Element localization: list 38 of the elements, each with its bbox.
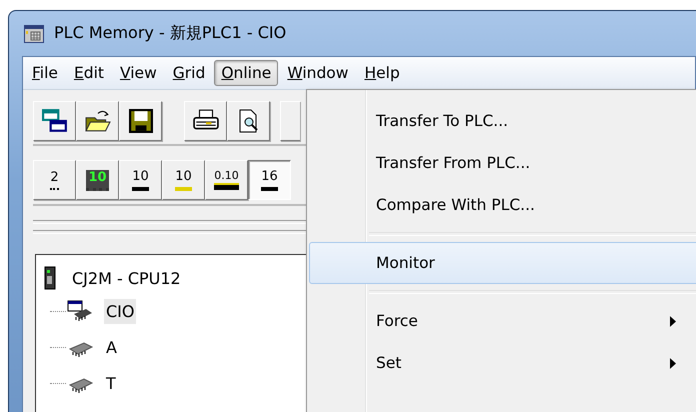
- decimal-format-button[interactable]: 10: [119, 160, 162, 200]
- menu-item[interactable]: Online: [214, 60, 278, 86]
- tree-item[interactable]: A: [104, 334, 119, 360]
- menu-item[interactable]: Force: [309, 300, 696, 342]
- hex-format-button[interactable]: 16: [248, 160, 291, 200]
- window-chip-icon: [66, 300, 94, 322]
- float-format-button[interactable]: 0.10: [205, 160, 248, 200]
- toolbar-button[interactable]: [280, 101, 300, 141]
- menu-item[interactable]: Monitor: [309, 242, 696, 284]
- app-icon: [24, 24, 44, 42]
- save-button[interactable]: [119, 101, 162, 141]
- submenu-arrow-icon: [670, 316, 676, 326]
- window-title: PLC Memory - 新規PLC1 - CIO: [54, 23, 286, 44]
- tree-item[interactable]: CIO: [104, 298, 136, 324]
- tree-item[interactable]: CJ2M - CPU12: [70, 266, 183, 290]
- submenu-arrow-icon: [670, 358, 676, 368]
- menu-item[interactable]: Transfer From PLC...: [309, 142, 696, 184]
- windows-icon: [42, 109, 68, 133]
- windows-button[interactable]: [33, 101, 76, 141]
- menu-item[interactable]: Help: [357, 60, 407, 86]
- menu-item[interactable]: Compare With PLC...: [309, 184, 696, 226]
- print-preview-icon: [238, 109, 260, 133]
- bcd-format-button[interactable]: 10: [76, 160, 119, 200]
- binary-format-button[interactable]: 2: [33, 160, 76, 200]
- open-button[interactable]: [76, 101, 119, 141]
- menu-item[interactable]: Window: [280, 60, 356, 86]
- print-button[interactable]: [184, 101, 227, 141]
- menu-item[interactable]: Set: [309, 342, 696, 384]
- tree-item[interactable]: T: [104, 370, 118, 396]
- menu-item[interactable]: Edit: [66, 60, 111, 86]
- folder-icon: [84, 109, 110, 133]
- menu-item[interactable]: Transfer To PLC...: [309, 100, 696, 142]
- signed-format-button[interactable]: 10: [162, 160, 205, 200]
- menu-item[interactable]: Grid: [166, 60, 212, 86]
- menu-item[interactable]: View: [112, 60, 164, 86]
- preview-button[interactable]: [227, 101, 270, 141]
- menu-item[interactable]: File: [25, 60, 65, 86]
- cpu-unit-icon: [44, 266, 56, 290]
